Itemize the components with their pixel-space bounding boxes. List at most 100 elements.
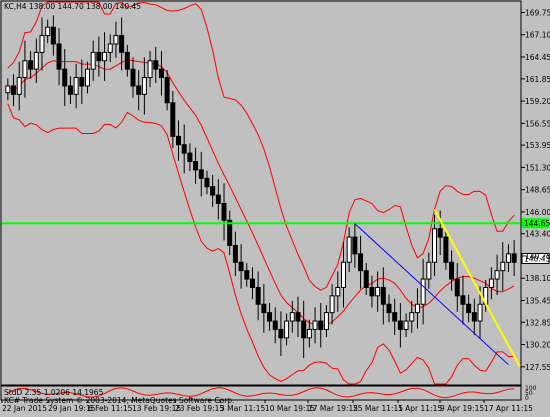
candle-body — [363, 270, 369, 288]
candle-body — [511, 253, 517, 263]
candle-body — [107, 43, 113, 53]
candle-body — [414, 303, 420, 314]
candle-body — [284, 320, 290, 339]
candle-body — [198, 169, 204, 179]
candle-body — [289, 312, 295, 322]
time-tick-label: 3 Mar 11:15 — [220, 404, 266, 413]
price-tick-label: 164.45 — [525, 53, 550, 62]
candle-body — [267, 312, 273, 322]
price-tick-label: 169.75 — [525, 8, 550, 17]
candle-body — [471, 312, 477, 322]
candle-body — [369, 286, 375, 297]
candle-body — [329, 295, 335, 314]
candle-body — [323, 312, 329, 330]
price-tick-label: 135.45 — [525, 296, 550, 305]
candle-body — [295, 312, 301, 322]
candle-body — [301, 320, 307, 339]
candle-body — [340, 261, 346, 288]
candle-body — [16, 77, 22, 95]
time-tick-label: 17 Mar 19:15 — [308, 404, 358, 413]
candle-body — [409, 312, 415, 322]
candle-body — [500, 261, 506, 272]
price-tick-label: 161.85 — [525, 75, 550, 84]
candle-body — [39, 35, 45, 53]
candle-body — [79, 77, 85, 87]
candle-body — [437, 228, 443, 238]
candle-body — [477, 303, 483, 322]
candle-body — [238, 261, 244, 272]
candle-body — [505, 253, 511, 263]
candle-body — [460, 295, 466, 305]
time-tick-label: 17 Apr 11:15 — [484, 404, 533, 413]
candle-body — [432, 228, 438, 263]
price-tick-label: 159.20 — [525, 97, 550, 106]
candle-body — [170, 102, 176, 137]
price-tick-label: 140.75 — [525, 252, 550, 261]
candle-body — [403, 320, 409, 330]
candle-body — [136, 85, 142, 95]
time-tick-label: 23 Feb 19:15 — [175, 404, 224, 413]
time-tick-label: 9 Apr 19:15 — [440, 404, 484, 413]
symbol-info: KC,H4 138.00 144.70 138.00 140.45 — [4, 2, 141, 11]
candle-body — [397, 320, 403, 330]
support-price-label: 144.65 — [524, 219, 550, 228]
candle-body — [73, 77, 79, 95]
candle-body — [181, 144, 187, 154]
candle-body — [153, 60, 159, 70]
candle-body — [443, 236, 449, 263]
candle-body — [67, 85, 73, 95]
candle-body — [141, 77, 147, 95]
candle-body — [210, 186, 216, 196]
price-tick-label: 148.65 — [525, 186, 550, 195]
candle-body — [22, 60, 28, 79]
candle-body — [232, 244, 238, 263]
time-tick-label: 1 Apr 11:15 — [398, 404, 442, 413]
candle-body — [62, 68, 68, 87]
candle-body — [84, 68, 90, 87]
candle-body — [90, 51, 96, 70]
candle-body — [318, 320, 324, 330]
candle-body — [50, 26, 56, 45]
copyright-text: KC# Trade System © 2003-2014, MetaQuotes… — [4, 396, 234, 405]
candle-body — [312, 320, 318, 330]
candle-body — [272, 320, 278, 330]
candle-body — [102, 51, 108, 62]
candle-body — [158, 68, 164, 79]
candle-body — [494, 270, 500, 280]
candle-body — [255, 286, 261, 305]
price-tick-label: 143.40 — [525, 230, 550, 239]
candle-body — [346, 236, 352, 263]
candle-body — [33, 51, 39, 70]
candle-body — [306, 328, 312, 339]
candle-body — [164, 77, 170, 104]
candle-body — [56, 43, 62, 70]
candle-body — [193, 161, 199, 171]
candle-body — [11, 85, 17, 95]
candle-body — [176, 135, 182, 146]
price-tick-label: 127.55 — [525, 363, 550, 372]
candle-body — [426, 261, 432, 280]
candle-body — [249, 278, 255, 288]
candle-body — [335, 286, 341, 297]
time-tick-label: 22 Jan 2015 — [2, 404, 47, 413]
chart-window[interactable]: 144.65 140.45 169.75 167.10 164.45 161.85 159… — [0, 0, 550, 413]
time-tick-label: 6 Feb 11:15 — [88, 404, 133, 413]
candle-body — [244, 270, 250, 280]
candle-body — [392, 312, 398, 322]
candle-body — [466, 303, 472, 314]
price-tick-label: 153.95 — [525, 141, 550, 150]
candle-body — [45, 26, 51, 37]
price-tick-label: 156.55 — [525, 119, 550, 128]
candle-body — [420, 278, 426, 305]
candle-body — [119, 35, 125, 53]
candle-body — [386, 303, 392, 314]
candle-body — [215, 194, 221, 204]
candle-body — [96, 51, 102, 62]
time-tick-label: 25 Mar 11:15 — [353, 404, 403, 413]
price-tick-label: 138.10 — [525, 274, 550, 283]
candle-body — [5, 85, 11, 94]
price-chart[interactable]: 144.65140.45 169.75167.10164.45161.85159… — [0, 0, 550, 413]
price-tick-label: 130.20 — [525, 341, 550, 350]
candle-body — [113, 35, 119, 45]
candle-body — [261, 303, 267, 314]
